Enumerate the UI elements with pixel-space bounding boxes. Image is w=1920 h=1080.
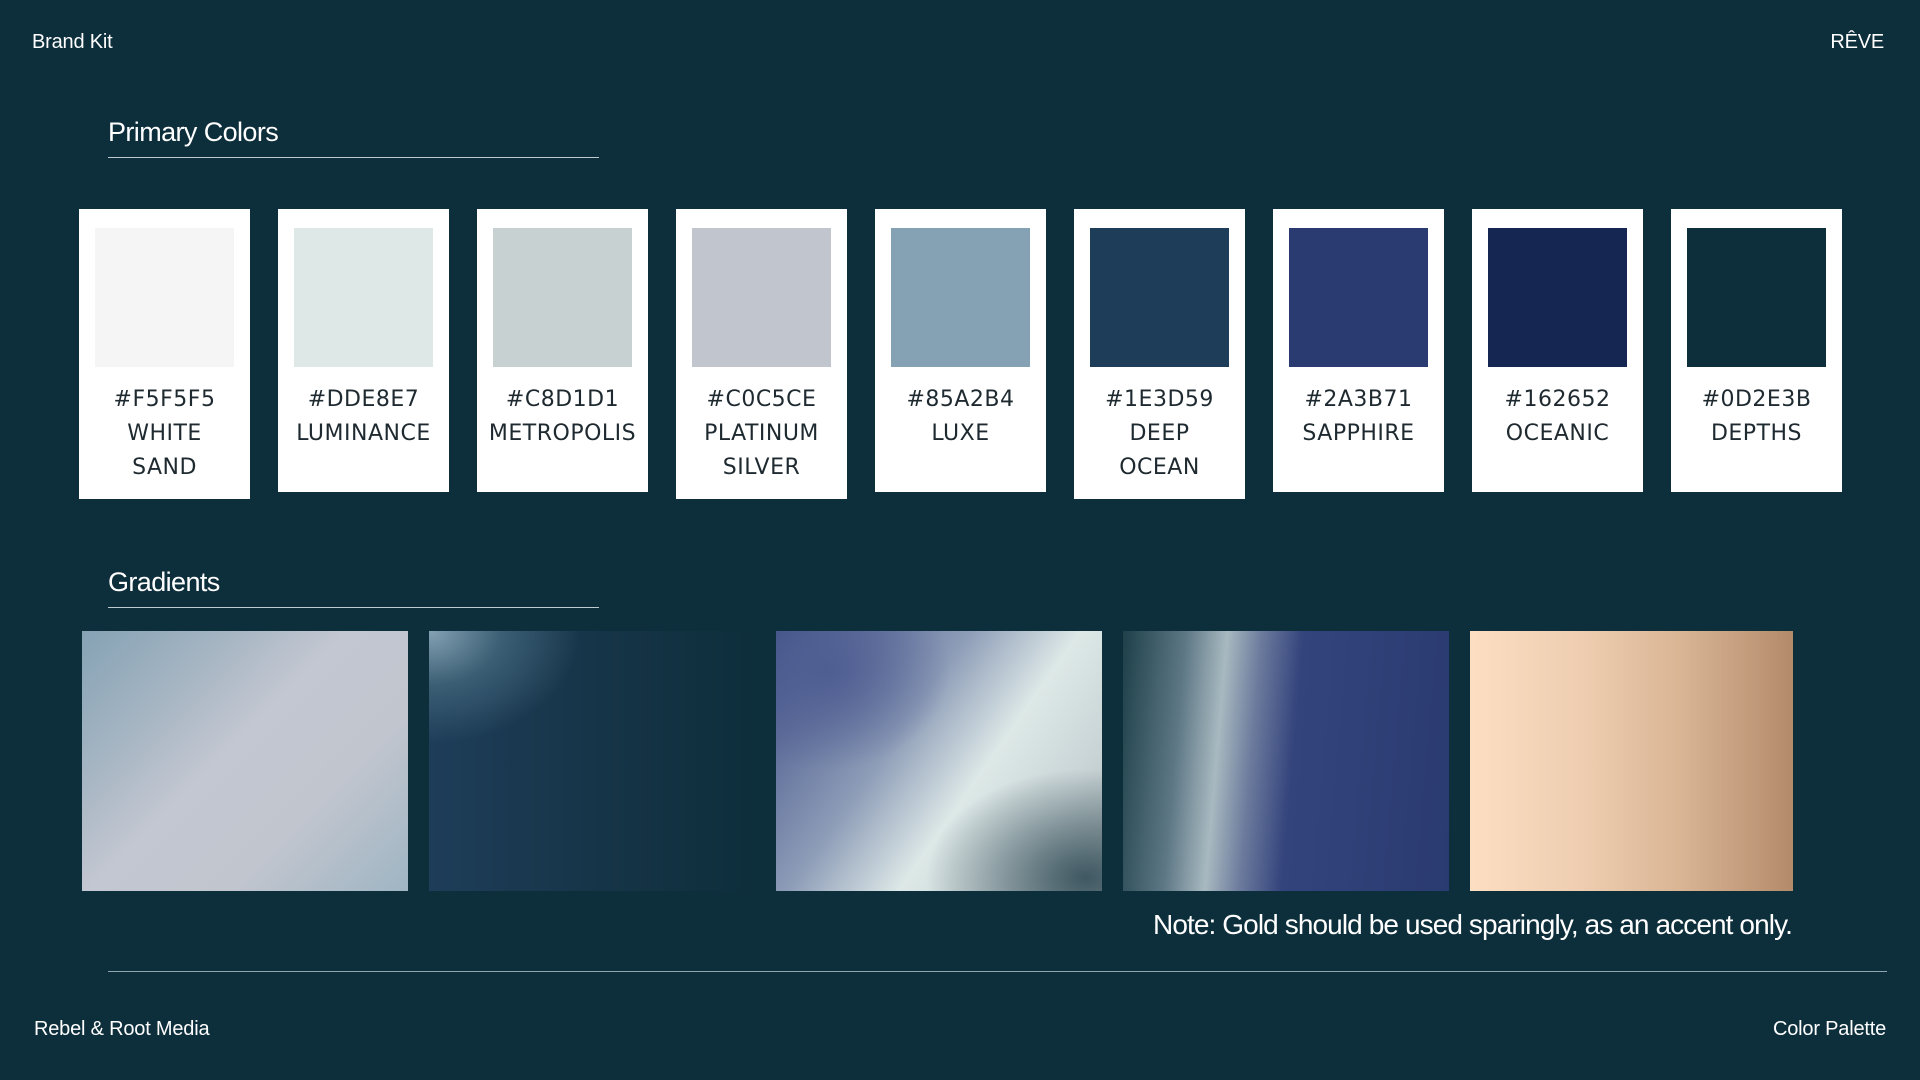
swatch-card: #C8D1D1 METROPOLIS [477,209,648,492]
swatch-hex: #1E3D59 [1105,387,1214,412]
swatch-card: #C0C5CE PLATINUM SILVER [676,209,847,499]
swatch-hex: #85A2B4 [906,387,1015,412]
gold-usage-note: Note: Gold should be used sparingly, as … [1153,909,1793,940]
swatch-name: OCEANIC [1505,421,1610,446]
swatch-name: SILVER [722,455,801,480]
swatch-card: #F5F5F5 WHITE SAND [79,209,250,499]
swatch-chip [692,228,831,367]
gradient-gold [1470,631,1793,891]
gradient-luxe-platinum [82,631,408,891]
swatch-hex: #C0C5CE [706,387,817,412]
swatch-chip [493,228,632,367]
swatch-chip [95,228,234,367]
swatch-label: #F5F5F5 WHITE SAND [79,383,250,485]
gradient-silver-sapphire [1123,631,1449,891]
primary-colors-divider [108,157,599,158]
swatch-hex: #F5F5F5 [113,387,216,412]
swatch-chip [1687,228,1826,367]
swatch-chip [294,228,433,367]
swatch-name: SAPPHIRE [1302,421,1415,446]
swatch-card: #2A3B71 SAPPHIRE [1273,209,1444,492]
gradients-title: Gradients [108,567,220,597]
swatch-name: LUXE [931,421,990,446]
gradient-deep-ocean [429,631,755,891]
primary-colors-title: Primary Colors [108,117,279,147]
swatch-label: #2A3B71 SAPPHIRE [1273,383,1444,451]
swatch-name: PLATINUM [704,421,819,446]
header-brand-name: RÊVE [1830,31,1884,53]
swatch-name: METROPOLIS [488,421,637,446]
swatch-name: LUMINANCE [296,421,431,446]
swatch-chip [1488,228,1627,367]
swatch-hex: #2A3B71 [1304,387,1413,412]
swatch-name: DEEP [1129,421,1190,446]
swatch-chip [1289,228,1428,367]
gradients-divider [108,607,599,608]
swatch-hex: #DDE8E7 [307,387,420,412]
swatch-card: #162652 OCEANIC [1472,209,1643,492]
gradient-sapphire-luminance [776,631,1102,891]
swatch-label: #C8D1D1 METROPOLIS [477,383,648,451]
swatch-label: #1E3D59 DEEP OCEAN [1074,383,1245,485]
swatch-name: WHITE [127,421,202,446]
footer-page-name: Color Palette [1772,1018,1886,1040]
swatch-label: #85A2B4 LUXE [875,383,1046,451]
swatch-name: OCEAN [1119,455,1200,480]
swatch-chip [891,228,1030,367]
footer-divider [108,971,1887,972]
swatch-hex: #162652 [1504,387,1611,412]
swatch-label: #0D2E3B DEPTHS [1671,383,1842,451]
swatch-hex: #0D2E3B [1701,387,1812,412]
header-brand-kit: Brand Kit [32,31,113,53]
brand-kit-page: Brand Kit RÊVE Primary Colors #F5F5F5 WHI… [0,0,1920,1080]
footer-company: Rebel & Root Media [34,1018,210,1040]
swatch-hex: #C8D1D1 [505,387,620,412]
swatch-label: #C0C5CE PLATINUM SILVER [676,383,847,485]
swatch-label: #DDE8E7 LUMINANCE [278,383,449,451]
swatch-card: #1E3D59 DEEP OCEAN [1074,209,1245,499]
swatch-name: SAND [132,455,197,480]
swatch-card: #0D2E3B DEPTHS [1671,209,1842,492]
swatch-card: #85A2B4 LUXE [875,209,1046,492]
swatch-chip [1090,228,1229,367]
swatch-label: #162652 OCEANIC [1472,383,1643,451]
swatch-card: #DDE8E7 LUMINANCE [278,209,449,492]
swatch-name: DEPTHS [1710,421,1803,446]
